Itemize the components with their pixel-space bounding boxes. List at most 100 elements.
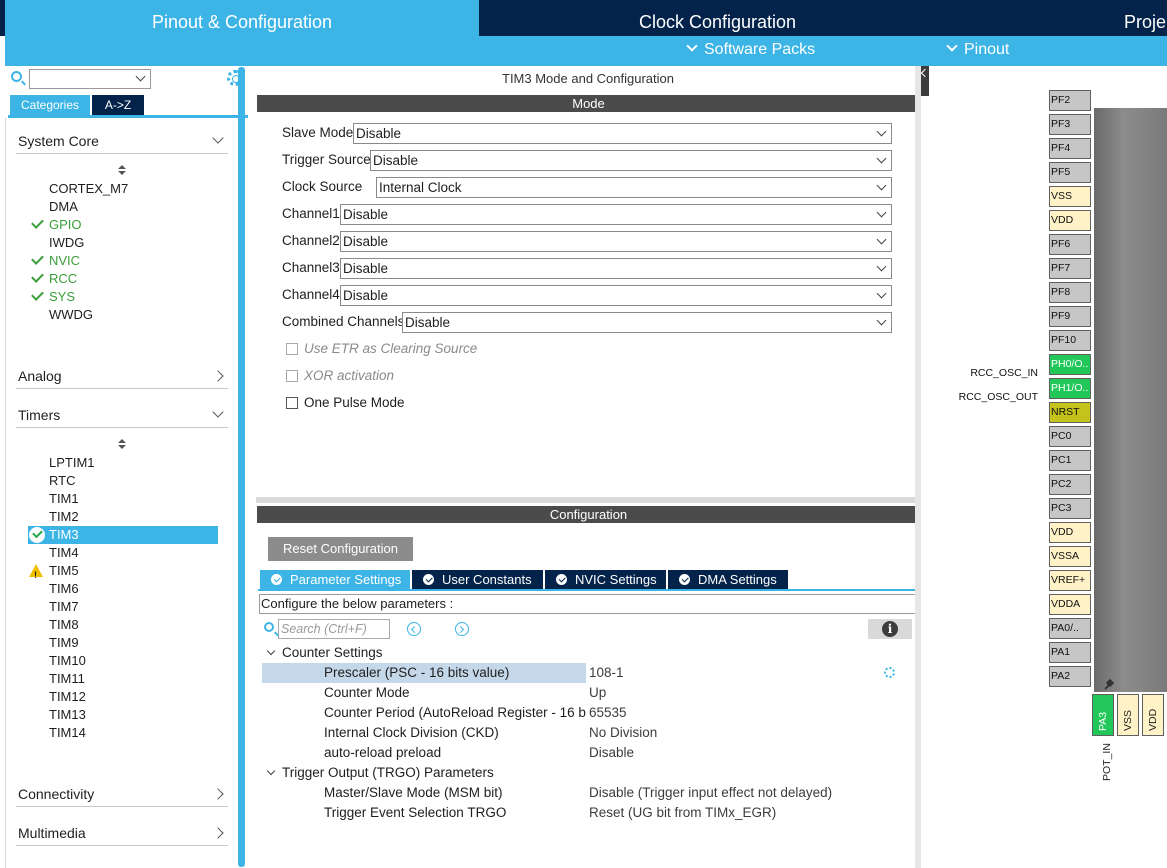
list-item-tim14[interactable]: TIM14 (28, 724, 218, 742)
pin-pa0[interactable]: PA0/.. (1049, 618, 1091, 639)
pin-vdd[interactable]: VDD (1049, 210, 1091, 231)
list-item-dma[interactable]: DMA (28, 198, 218, 216)
tab-a-to-z[interactable]: A->Z (92, 95, 144, 115)
pin-vss[interactable]: VSS (1049, 186, 1091, 207)
list-item-lptim1[interactable]: LPTIM1 (28, 454, 218, 472)
list-item-tim5[interactable]: TIM5 (28, 562, 218, 584)
list-item-tim1[interactable]: TIM1 (28, 490, 218, 508)
search-icon[interactable] (11, 71, 22, 82)
list-item-tim13[interactable]: TIM13 (28, 706, 218, 724)
pin-pf9[interactable]: PF9 (1049, 306, 1091, 327)
pin-nrst[interactable]: NRST (1049, 402, 1091, 423)
tab-user-constants[interactable]: User Constants (412, 570, 543, 589)
pin-ph1o[interactable]: PH1/O.. (1049, 378, 1091, 399)
tab-project-manager[interactable]: Proje (956, 0, 1167, 36)
list-item-tim10[interactable]: TIM10 (28, 652, 218, 670)
software-packs-menu[interactable]: Software Packs (686, 40, 815, 59)
param-value[interactable]: 65535 (589, 703, 627, 723)
panel-splitter[interactable] (256, 497, 921, 503)
param-row-auto-reload-preload[interactable]: auto-reload preload Disable (262, 743, 918, 763)
channel3-select[interactable]: Disable (340, 258, 892, 279)
list-item-tim2[interactable]: TIM2 (28, 508, 218, 526)
group-trgo-parameters[interactable]: Trigger Output (TRGO) Parameters (266, 763, 494, 783)
param-value[interactable]: Disable (589, 743, 634, 763)
section-system-core[interactable]: System Core (16, 130, 228, 154)
list-item-tim3[interactable]: TIM3 (28, 526, 218, 544)
section-analog[interactable]: Analog (16, 365, 228, 389)
pinout-menu[interactable]: Pinout (946, 40, 1009, 59)
param-value[interactable]: 108-1 (589, 663, 624, 683)
list-item-rcc[interactable]: RCC (28, 270, 218, 288)
collapse-panel-button[interactable] (921, 66, 929, 96)
list-item-tim4[interactable]: TIM4 (28, 544, 218, 562)
channel4-select[interactable]: Disable (340, 285, 892, 306)
pin-vdd[interactable]: VDD (1049, 522, 1091, 543)
list-item-tim9[interactable]: TIM9 (28, 634, 218, 652)
pin-pf6[interactable]: PF6 (1049, 234, 1091, 255)
tab-pinout-configuration[interactable]: Pinout & Configuration (5, 0, 479, 36)
pin-pa3[interactable]: PA3 (1092, 694, 1114, 736)
one-pulse-mode-checkbox[interactable] (286, 397, 298, 409)
param-row-counter-period[interactable]: Counter Period (AutoReload Register - 16… (262, 703, 918, 723)
pin-pa1[interactable]: PA1 (1049, 642, 1091, 663)
param-value[interactable]: Up (589, 683, 606, 703)
list-item-nvic[interactable]: NVIC (28, 252, 218, 270)
pin-vdd[interactable]: VDD (1142, 694, 1164, 736)
list-item-rtc[interactable]: RTC (28, 472, 218, 490)
list-item-tim6[interactable]: TIM6 (28, 580, 218, 598)
list-item-tim12[interactable]: TIM12 (28, 688, 218, 706)
param-value[interactable]: Disable (Trigger input effect not delaye… (589, 783, 832, 803)
list-item-tim7[interactable]: TIM7 (28, 598, 218, 616)
pin-pc0[interactable]: PC0 (1049, 426, 1091, 447)
pin-pf5[interactable]: PF5 (1049, 162, 1091, 183)
list-item-sys[interactable]: SYS (28, 288, 218, 306)
tab-nvic-settings[interactable]: NVIC Settings (545, 570, 666, 589)
group-counter-settings[interactable]: Counter Settings (266, 643, 383, 663)
param-row-msm[interactable]: Master/Slave Mode (MSM bit) Disable (Trig… (262, 783, 918, 803)
pin-pf2[interactable]: PF2 (1049, 90, 1091, 111)
previous-icon[interactable] (407, 622, 421, 636)
channel2-select[interactable]: Disable (340, 231, 892, 252)
pin-pf10[interactable]: PF10 (1049, 330, 1091, 351)
pin-ph0o[interactable]: PH0/O.. (1049, 354, 1091, 375)
list-item-tim11[interactable]: TIM11 (28, 670, 218, 688)
section-multimedia[interactable]: Multimedia (16, 822, 228, 846)
channel1-select[interactable]: Disable (340, 204, 892, 225)
param-row-trgo-selection[interactable]: Trigger Event Selection TRGO Reset (UG bi… (262, 803, 918, 823)
tab-clock-configuration[interactable]: Clock Configuration (481, 0, 954, 36)
section-timers[interactable]: Timers (16, 404, 228, 428)
param-row-prescaler[interactable]: Prescaler (PSC - 16 bits value) 108-1 (262, 663, 918, 683)
tab-dma-settings[interactable]: DMA Settings (668, 570, 788, 589)
pin-vssa[interactable]: VSSA (1049, 546, 1091, 567)
list-item-cortex-m7[interactable]: CORTEX_M7 (28, 180, 218, 198)
pin-vref[interactable]: VREF+ (1049, 570, 1091, 591)
list-item-gpio[interactable]: GPIO (28, 216, 218, 234)
tab-categories[interactable]: Categories (10, 95, 90, 115)
param-row-clock-division[interactable]: Internal Clock Division (CKD) No Division (262, 723, 918, 743)
next-icon[interactable] (455, 622, 469, 636)
gear-icon[interactable] (884, 667, 895, 678)
param-row-counter-mode[interactable]: Counter Mode Up (262, 683, 918, 703)
trigger-source-select[interactable]: Disable (370, 150, 892, 171)
pin-vss[interactable]: VSS (1117, 694, 1139, 736)
list-item-wwdg[interactable]: WWDG (28, 306, 218, 324)
category-search-combo[interactable] (29, 69, 151, 89)
param-value[interactable]: No Division (589, 723, 657, 743)
section-connectivity[interactable]: Connectivity (16, 783, 228, 807)
info-button[interactable]: i (868, 619, 912, 639)
tab-parameter-settings[interactable]: Parameter Settings (260, 570, 410, 589)
pin-pc3[interactable]: PC3 (1049, 498, 1091, 519)
pin-pf3[interactable]: PF3 (1049, 114, 1091, 135)
pin-vdda[interactable]: VDDA (1049, 594, 1091, 615)
pin-pf7[interactable]: PF7 (1049, 258, 1091, 279)
slave-mode-select[interactable]: Disable (353, 123, 892, 144)
sort-icon[interactable] (117, 439, 127, 451)
pin-pf4[interactable]: PF4 (1049, 138, 1091, 159)
category-scrollbar[interactable] (238, 67, 245, 867)
configuration-scrollbar[interactable] (915, 66, 921, 868)
param-value[interactable]: Reset (UG bit from TIMx_EGR) (589, 803, 776, 823)
pin-pf8[interactable]: PF8 (1049, 282, 1091, 303)
pin-pc1[interactable]: PC1 (1049, 450, 1091, 471)
chevron-down-icon[interactable] (135, 71, 146, 82)
pin-pc2[interactable]: PC2 (1049, 474, 1091, 495)
